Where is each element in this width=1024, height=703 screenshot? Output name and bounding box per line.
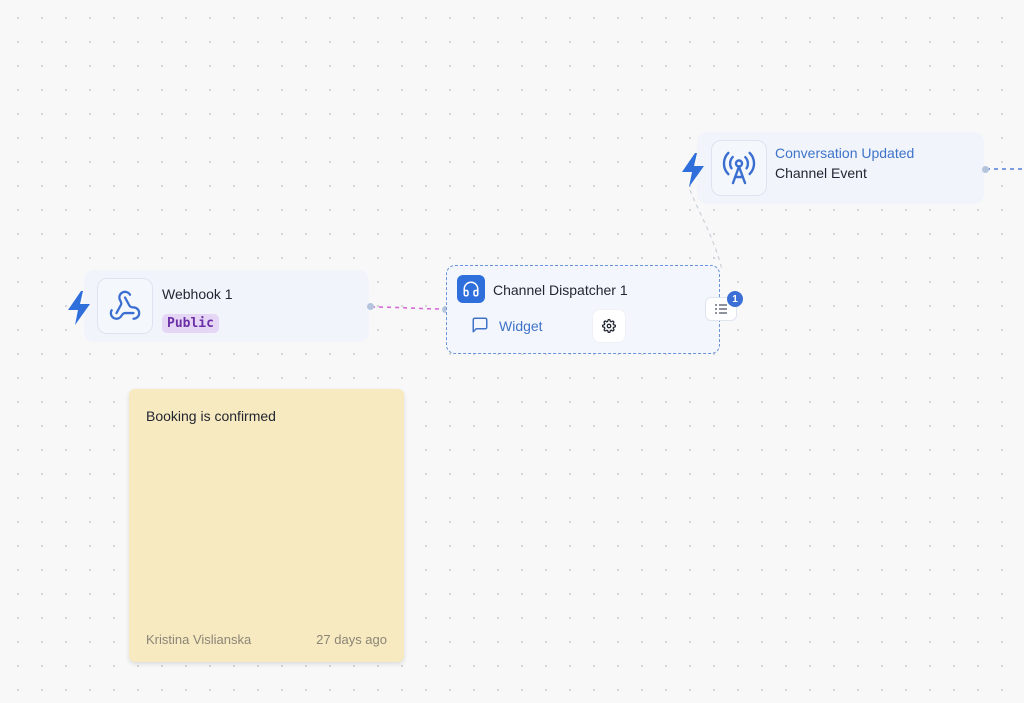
event-output-port[interactable] bbox=[982, 166, 989, 173]
broadcast-tower-icon bbox=[711, 140, 767, 196]
public-badge: Public bbox=[162, 314, 219, 333]
lightning-bolt-icon bbox=[680, 152, 706, 193]
headset-icon bbox=[457, 275, 485, 303]
sticky-note-author: Kristina Vislianska bbox=[146, 632, 252, 647]
webhook-output-port[interactable] bbox=[367, 303, 374, 310]
workflow-canvas[interactable]: Webhook 1 Public Conversation Updated Ch… bbox=[0, 0, 1024, 703]
settings-button[interactable] bbox=[593, 310, 625, 342]
sticky-note-text[interactable]: Booking is confirmed bbox=[146, 408, 276, 424]
channel-event-node[interactable]: Conversation Updated Channel Event bbox=[697, 132, 984, 204]
list-icon bbox=[715, 304, 727, 314]
chat-bubble-icon bbox=[471, 316, 489, 339]
gear-icon bbox=[602, 319, 616, 333]
dispatcher-node-title: Channel Dispatcher 1 bbox=[493, 282, 628, 298]
lightning-bolt-icon bbox=[66, 290, 92, 331]
count-badge: 1 bbox=[727, 291, 743, 307]
webhook-node-title: Webhook 1 bbox=[162, 286, 233, 302]
widget-channel-label[interactable]: Widget bbox=[499, 318, 543, 334]
channel-dispatcher-node[interactable]: Channel Dispatcher 1 Widget bbox=[446, 265, 720, 354]
wire-webhook-dispatcher bbox=[370, 306, 447, 310]
event-node-title: Conversation Updated bbox=[775, 145, 915, 161]
webhook-icon bbox=[97, 278, 153, 334]
sticky-note-timestamp: 27 days ago bbox=[316, 632, 387, 647]
webhook-node[interactable]: Webhook 1 Public bbox=[84, 270, 369, 342]
event-node-subtitle: Channel Event bbox=[775, 165, 867, 181]
sticky-note[interactable]: Booking is confirmed Kristina Vislianska… bbox=[129, 389, 404, 662]
